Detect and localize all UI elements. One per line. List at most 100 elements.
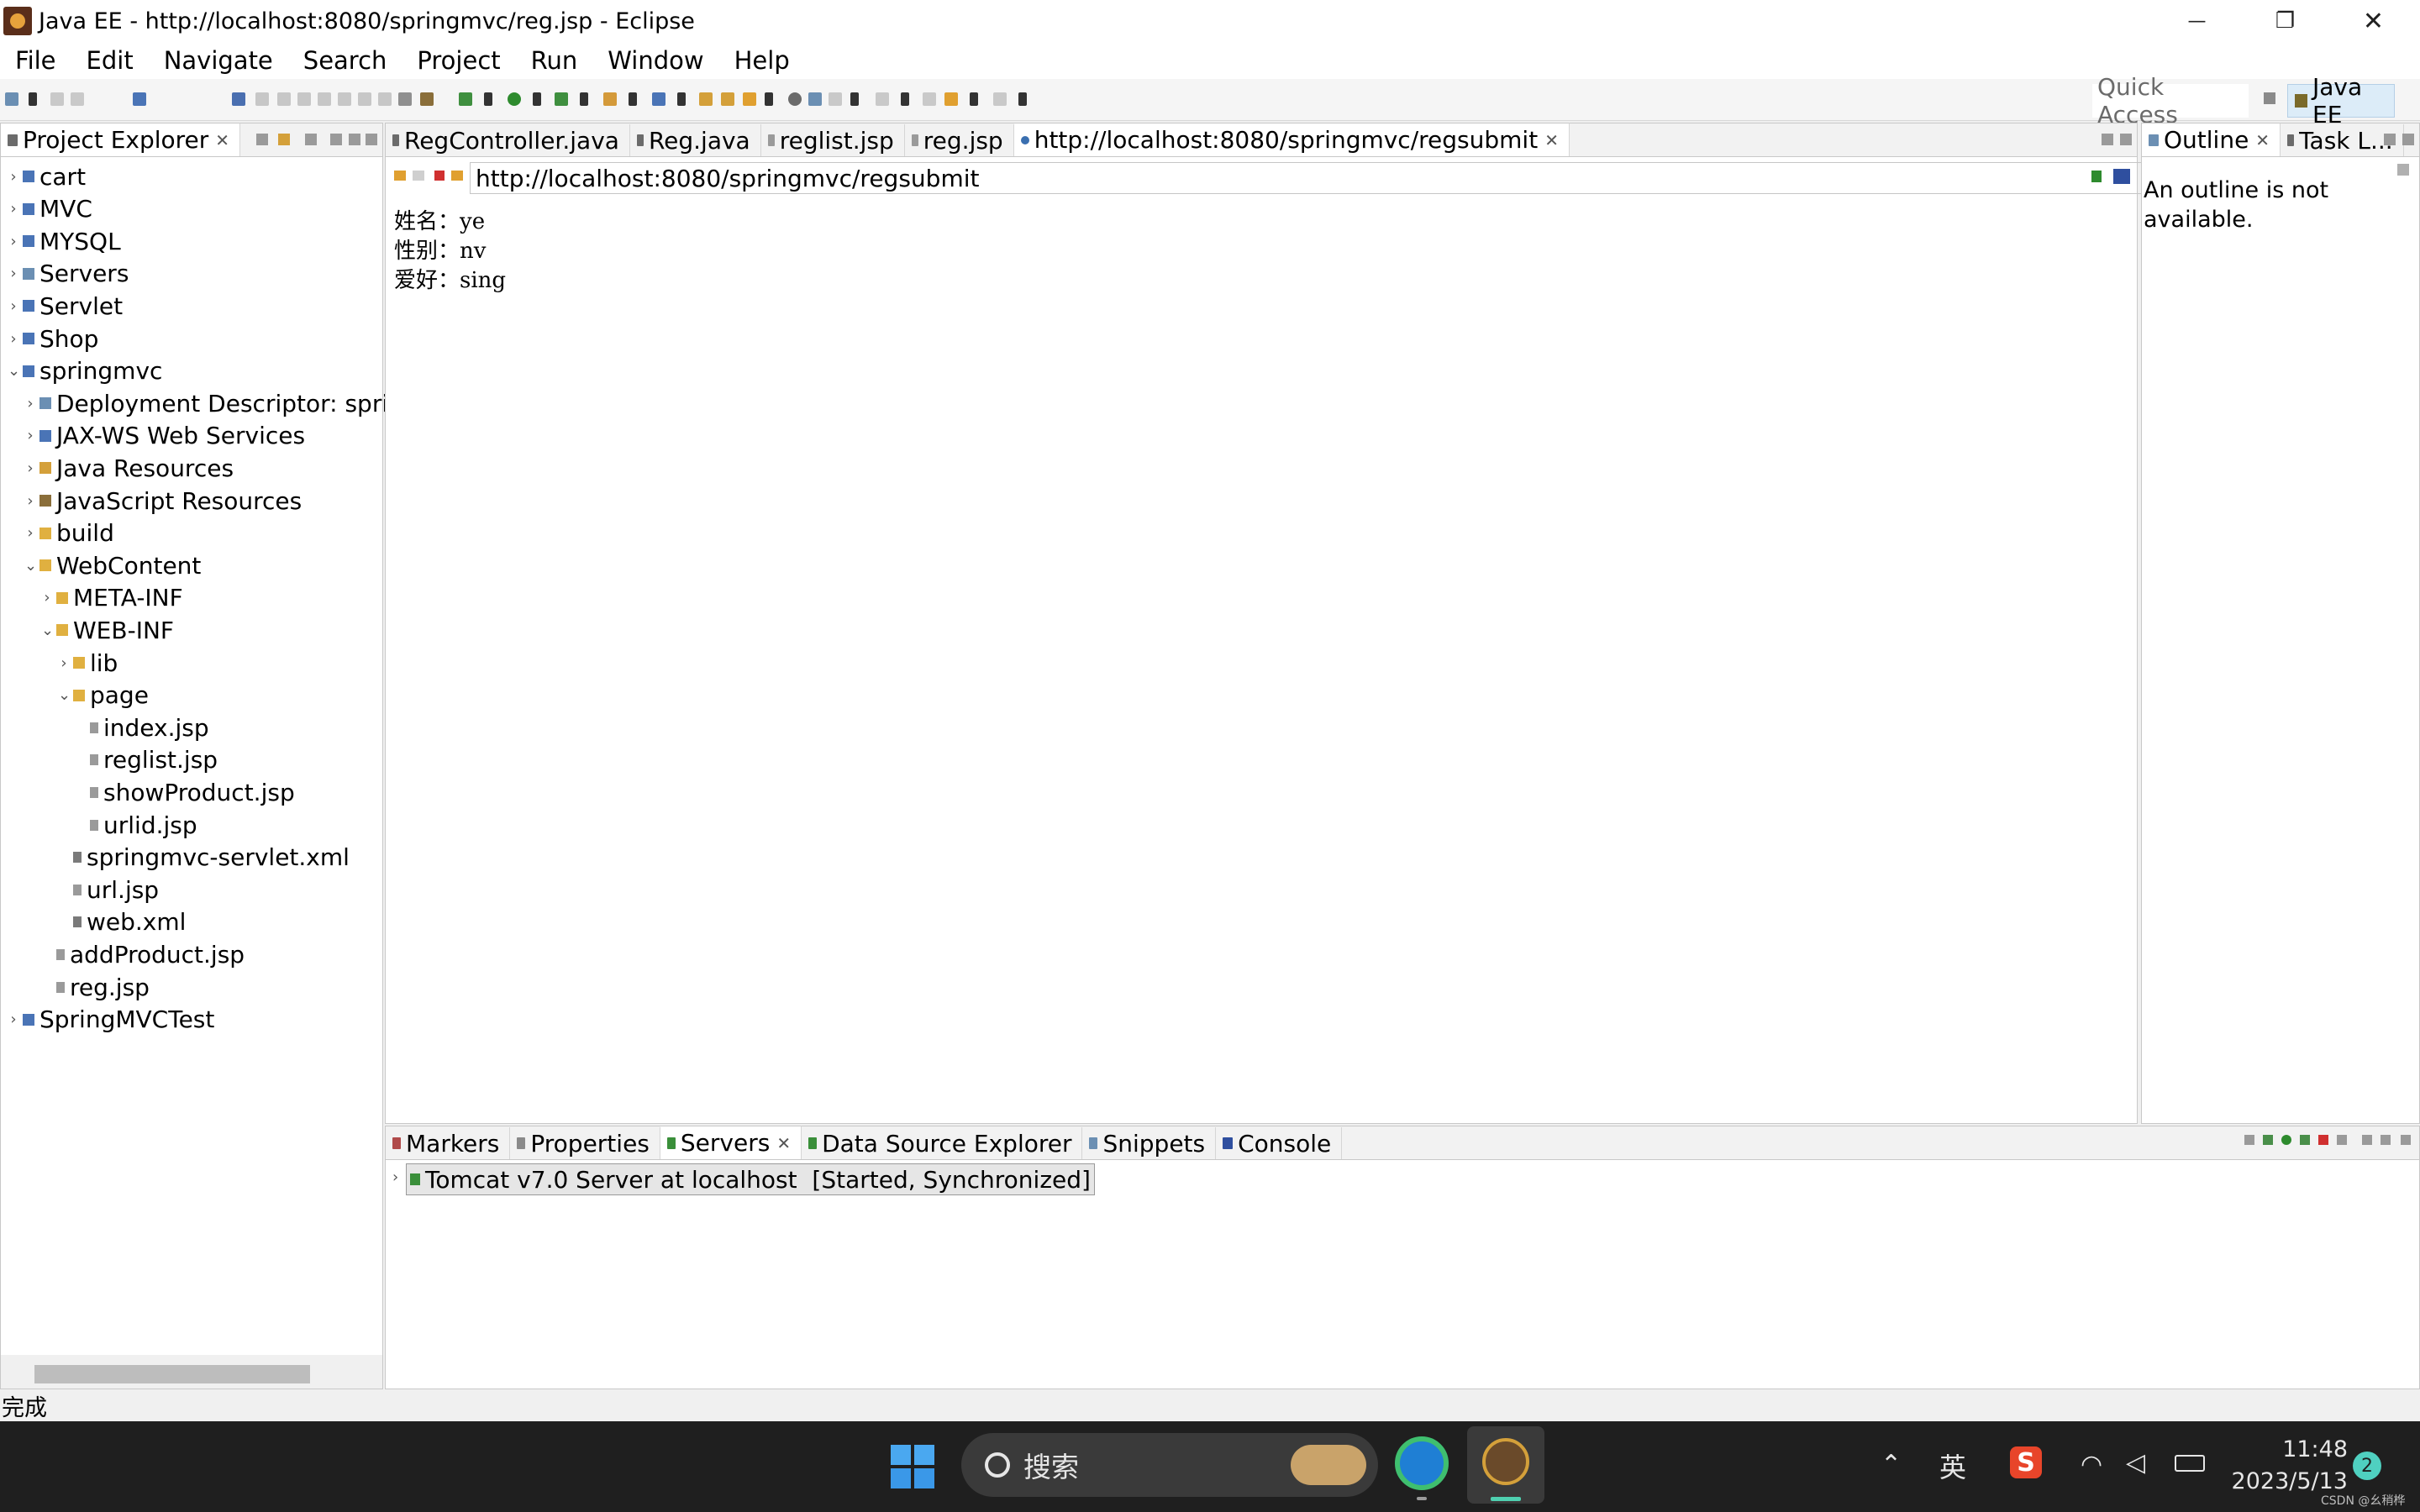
step-into-icon[interactable] xyxy=(338,92,351,106)
chevron-right-icon[interactable]: › xyxy=(8,200,19,218)
maximize-view-icon[interactable] xyxy=(349,134,360,145)
use-step-filters-icon[interactable] xyxy=(398,92,412,106)
perspective-java-ee[interactable]: Java EE xyxy=(2287,73,2395,129)
chevron-right-icon[interactable]: › xyxy=(24,395,36,412)
volume-icon[interactable]: ◁ xyxy=(2126,1448,2145,1478)
scrollbar-thumb[interactable] xyxy=(34,1365,310,1383)
tab-reg-jsp[interactable]: reg.jsp xyxy=(905,124,1014,156)
chevron-right-icon[interactable]: › xyxy=(24,427,36,444)
tree-item-javascript-resources[interactable]: › JavaScript Resources xyxy=(24,485,302,517)
restore-view-icon[interactable] xyxy=(366,134,377,145)
debug-dropdown-icon[interactable] xyxy=(484,92,492,106)
chevron-right-icon[interactable]: › xyxy=(24,524,36,542)
profile-server-icon[interactable] xyxy=(2300,1135,2310,1145)
tree-item-java-resources[interactable]: › Java Resources xyxy=(24,452,234,484)
close-tab-icon[interactable]: ✕ xyxy=(776,1133,791,1153)
step-return-icon[interactable] xyxy=(378,92,392,106)
tab-data-source-explorer[interactable]: Data Source Explorer xyxy=(802,1127,1083,1159)
close-tab-icon[interactable]: ✕ xyxy=(215,130,229,150)
open-task-icon[interactable] xyxy=(420,92,434,106)
search-dropdown-icon[interactable] xyxy=(765,92,773,106)
tree-item-servlet[interactable]: › Servlet xyxy=(8,290,123,322)
collapse-all-icon[interactable] xyxy=(256,134,268,145)
sogou-input-icon[interactable]: S xyxy=(2010,1446,2042,1478)
tree-item-reg-jsp[interactable]: reg.jsp xyxy=(41,971,150,1003)
chevron-right-icon[interactable]: › xyxy=(8,297,19,315)
terminal-icon[interactable] xyxy=(133,92,146,106)
chevron-right-icon[interactable]: › xyxy=(41,589,53,606)
open-resource-icon[interactable] xyxy=(721,92,734,106)
chevron-right-icon[interactable]: › xyxy=(8,330,19,348)
annotation-dropdown-icon[interactable] xyxy=(850,92,859,106)
tab-snippets[interactable]: Snippets xyxy=(1082,1127,1217,1159)
tab-console[interactable]: Console xyxy=(1216,1127,1343,1159)
clock-time[interactable]: 11:48 xyxy=(2235,1436,2348,1462)
tab-browser-regsubmit[interactable]: http://localhost:8080/springmvc/regsubmi… xyxy=(1013,123,1570,156)
save-all-icon[interactable] xyxy=(71,92,84,106)
annotation-icon[interactable] xyxy=(829,92,842,106)
new-server-dropdown-icon[interactable] xyxy=(629,92,637,106)
stop-server-icon[interactable] xyxy=(2318,1135,2328,1145)
eclipse-taskbar-button[interactable] xyxy=(1467,1426,1544,1504)
chevron-right-icon[interactable]: › xyxy=(24,492,36,510)
tree-item-servers[interactable]: › Servers xyxy=(8,258,129,290)
back-arrow-icon[interactable] xyxy=(394,171,406,181)
tab-regcontroller-java[interactable]: RegController.java xyxy=(386,124,630,156)
step-over-icon[interactable] xyxy=(358,92,371,106)
tree-item-webcontent[interactable]: ⌄ WebContent xyxy=(24,549,201,581)
menu-run[interactable]: Run xyxy=(516,46,593,75)
maximize-bottom-icon[interactable] xyxy=(2401,1135,2411,1145)
battery-icon[interactable] xyxy=(2175,1455,2205,1472)
open-type-icon[interactable] xyxy=(699,92,713,106)
refresh-icon[interactable] xyxy=(451,171,463,181)
chevron-right-icon[interactable]: › xyxy=(58,654,70,672)
external-tools-dropdown-icon[interactable] xyxy=(580,92,588,106)
tree-item-lib[interactable]: › lib xyxy=(58,647,118,679)
start-server-icon[interactable] xyxy=(2281,1135,2291,1145)
run-dropdown-icon[interactable] xyxy=(533,92,541,106)
last-edit-icon[interactable] xyxy=(923,92,936,106)
tab-reglist-jsp[interactable]: reglist.jsp xyxy=(761,124,905,156)
notification-badge[interactable]: 2 xyxy=(2353,1452,2381,1480)
tree-item-page[interactable]: ⌄ page xyxy=(58,680,149,711)
tree-item-addproduct-jsp[interactable]: addProduct.jsp xyxy=(41,938,245,970)
tree-item-springmvc[interactable]: ⌄ springmvc xyxy=(8,355,162,387)
server-entry-tomcat[interactable]: Tomcat v7.0 Server at localhost [Started… xyxy=(406,1163,1095,1195)
expand-server-arrow[interactable]: › xyxy=(392,1168,398,1186)
maximize-outline-icon[interactable] xyxy=(2402,134,2414,145)
minimize-editor-icon[interactable] xyxy=(2102,134,2113,145)
tab-servers[interactable]: Servers ✕ xyxy=(660,1126,802,1159)
outline-view-menu-icon[interactable] xyxy=(2397,164,2409,176)
tree-item-mysql[interactable]: › MYSQL xyxy=(8,225,120,257)
explorer-horizontal-scrollbar[interactable] xyxy=(1,1355,382,1389)
tab-outline[interactable]: Outline ✕ xyxy=(2142,123,2281,156)
web-service-dropdown-icon[interactable] xyxy=(677,92,686,106)
tree-item-urlid-jsp[interactable]: urlid.jsp xyxy=(75,809,197,841)
minimize-bottom-icon[interactable] xyxy=(2381,1135,2391,1145)
publish-server-icon[interactable] xyxy=(2337,1135,2347,1145)
resume-icon[interactable] xyxy=(255,92,269,106)
tree-item-jax-ws-web-services[interactable]: › JAX-WS Web Services xyxy=(24,420,305,452)
maximize-editor-icon[interactable] xyxy=(2120,134,2132,145)
chevron-down-icon[interactable]: ⌄ xyxy=(58,686,71,704)
next-annotation-icon[interactable] xyxy=(876,92,889,106)
tab-project-explorer[interactable]: Project Explorer ✕ xyxy=(1,123,241,156)
forward-icon[interactable] xyxy=(993,92,1007,106)
tree-item-reglist-jsp[interactable]: reglist.jsp xyxy=(75,744,218,776)
tab-reg-java[interactable]: Reg.java xyxy=(630,124,761,156)
chevron-right-icon[interactable]: › xyxy=(8,233,19,250)
menu-help[interactable]: Help xyxy=(719,46,805,75)
tree-item-url-jsp[interactable]: url.jsp xyxy=(58,874,159,906)
chevron-down-icon[interactable]: ⌄ xyxy=(8,362,20,380)
tree-item-build[interactable]: › build xyxy=(24,517,113,549)
save-icon[interactable] xyxy=(50,92,64,106)
tree-item-springmvctest[interactable]: › SpringMVCTest xyxy=(8,1004,214,1036)
web-browser-icon[interactable] xyxy=(788,92,802,106)
menu-window[interactable]: Window xyxy=(592,46,718,75)
publish-icon[interactable] xyxy=(808,92,822,106)
servers-view-menu-icon[interactable] xyxy=(2362,1135,2372,1145)
quick-access-input[interactable]: Quick Access xyxy=(2092,73,2249,129)
minimize-view-icon[interactable] xyxy=(330,134,342,145)
clock-date[interactable]: 2023/5/13 xyxy=(2218,1468,2348,1494)
debug-icon[interactable] xyxy=(459,92,472,106)
